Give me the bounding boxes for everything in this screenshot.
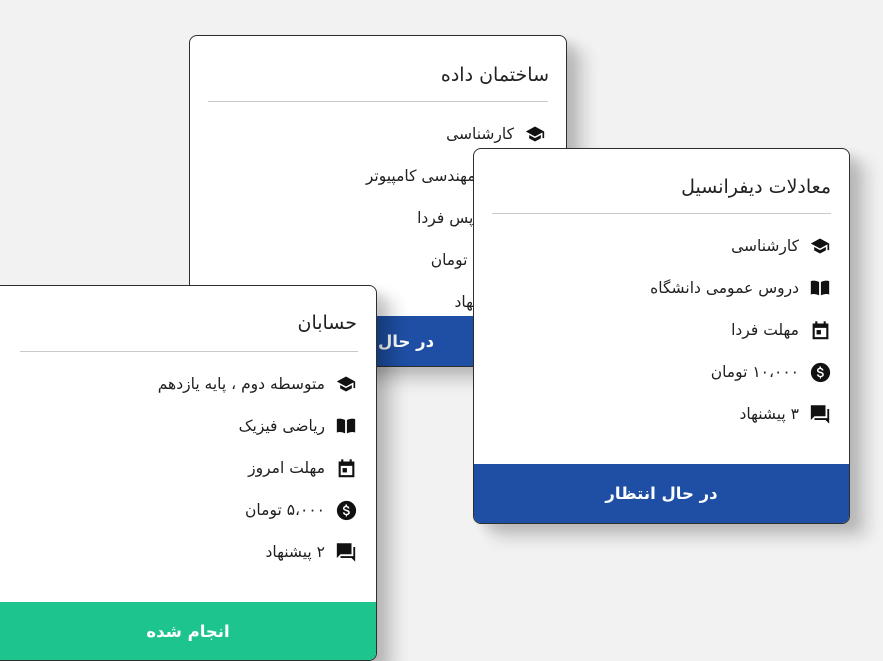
card-title: ساختمان داده: [440, 64, 549, 86]
detail-row-offers: ۳ پیشنهاد: [474, 393, 831, 435]
dollar-icon: [809, 361, 831, 383]
graduation-cap-icon: [809, 235, 831, 257]
chat-icon: [335, 541, 357, 563]
detail-row-offers: ۲ پیشنهاد: [0, 531, 357, 573]
detail-price-text: ۵،۰۰۰ تومان: [245, 501, 325, 519]
status-button-done[interactable]: انجام شده: [0, 602, 376, 660]
divider: [492, 213, 831, 214]
calendar-icon: [335, 457, 357, 479]
chat-icon: [809, 403, 831, 425]
dollar-icon: [335, 499, 357, 521]
detail-deadline-text: مهلت فردا: [731, 321, 799, 339]
graduation-cap-icon: [335, 373, 357, 395]
status-button-pending[interactable]: در حال انتظار: [474, 464, 849, 523]
calendar-icon: [809, 319, 831, 341]
divider: [208, 101, 548, 102]
detail-field-text: ریاضی فیزیک: [238, 417, 325, 435]
detail-row-level: متوسطه دوم ، پایه یازدهم: [0, 363, 357, 405]
request-card-calculus[interactable]: حسابان متوسطه دوم ، پایه یازدهم ریاضی فی…: [0, 285, 377, 661]
detail-level-text: کارشناسی: [446, 125, 514, 143]
book-icon: [809, 277, 831, 299]
card-details: متوسطه دوم ، پایه یازدهم ریاضی فیزیک مهل…: [0, 363, 376, 573]
detail-row-deadline: مهلت امروز: [0, 447, 357, 489]
detail-field-text: دروس عمومی دانشگاه: [650, 279, 799, 297]
detail-row-price: ۱۰،۰۰۰ تومان: [474, 351, 831, 393]
detail-row-level: کارشناسی: [474, 225, 831, 267]
book-icon: [335, 415, 357, 437]
request-card-differential-equations[interactable]: معادلات دیفرانسیل کارشناسی دروس عمومی دا…: [473, 148, 850, 524]
card-title: حسابان: [297, 312, 357, 334]
detail-deadline-text: مهلت امروز: [248, 459, 325, 477]
card-details: کارشناسی دروس عمومی دانشگاه مهلت فردا ۱۰…: [474, 225, 849, 435]
detail-row-price: ۵،۰۰۰ تومان: [0, 489, 357, 531]
divider: [20, 351, 358, 352]
detail-row-deadline: مهلت فردا: [474, 309, 831, 351]
graduation-cap-icon: [524, 123, 546, 145]
card-title: معادلات دیفرانسیل: [681, 176, 831, 198]
detail-offers-text: ۲ پیشنهاد: [265, 543, 325, 561]
detail-row-field: دروس عمومی دانشگاه: [474, 267, 831, 309]
detail-level-text: کارشناسی: [731, 237, 799, 255]
detail-level-text: متوسطه دوم ، پایه یازدهم: [157, 375, 325, 393]
detail-offers-text: ۳ پیشنهاد: [739, 405, 799, 423]
detail-price-text: ۱۰،۰۰۰ تومان: [710, 363, 799, 381]
detail-row-field: ریاضی فیزیک: [0, 405, 357, 447]
